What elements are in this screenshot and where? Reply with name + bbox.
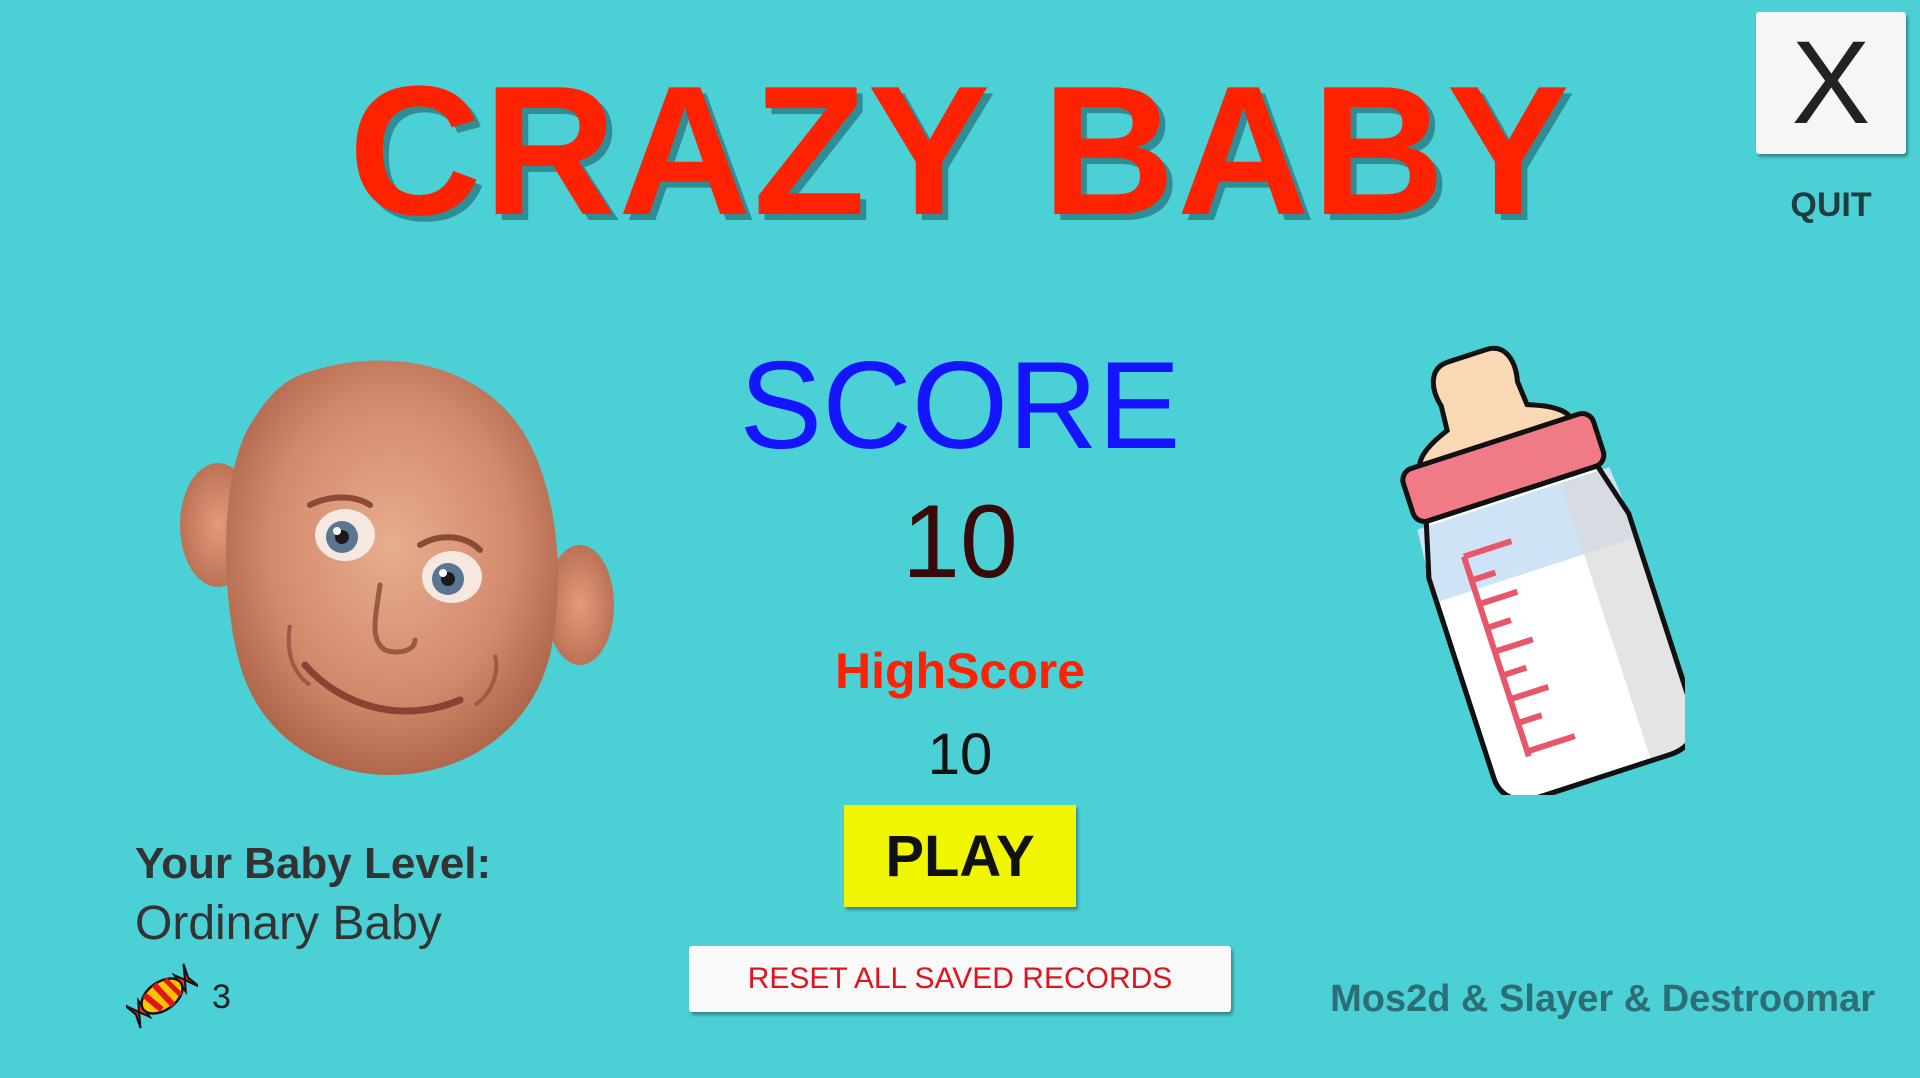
score-value: 10 bbox=[902, 484, 1018, 600]
score-label: SCORE bbox=[739, 337, 1181, 475]
candy-count: 3 bbox=[212, 978, 231, 1016]
reset-records-button[interactable]: RESET ALL SAVED RECORDS bbox=[689, 946, 1231, 1012]
baby-level-label: Your Baby Level: bbox=[135, 839, 492, 888]
highscore-value: 10 bbox=[927, 722, 993, 787]
baby-level-value: Ordinary Baby bbox=[135, 897, 442, 950]
credits-text: Mos2d & Slayer & Destroomar bbox=[1330, 978, 1875, 1020]
highscore-label: HighScore bbox=[834, 643, 1086, 699]
candy-icon bbox=[126, 963, 198, 1029]
game-title: CRAZY BABY bbox=[348, 47, 1572, 253]
play-button[interactable]: PLAY bbox=[844, 805, 1076, 907]
quit-label: QUIT bbox=[1790, 186, 1872, 224]
quit-button[interactable]: X bbox=[1756, 12, 1906, 154]
